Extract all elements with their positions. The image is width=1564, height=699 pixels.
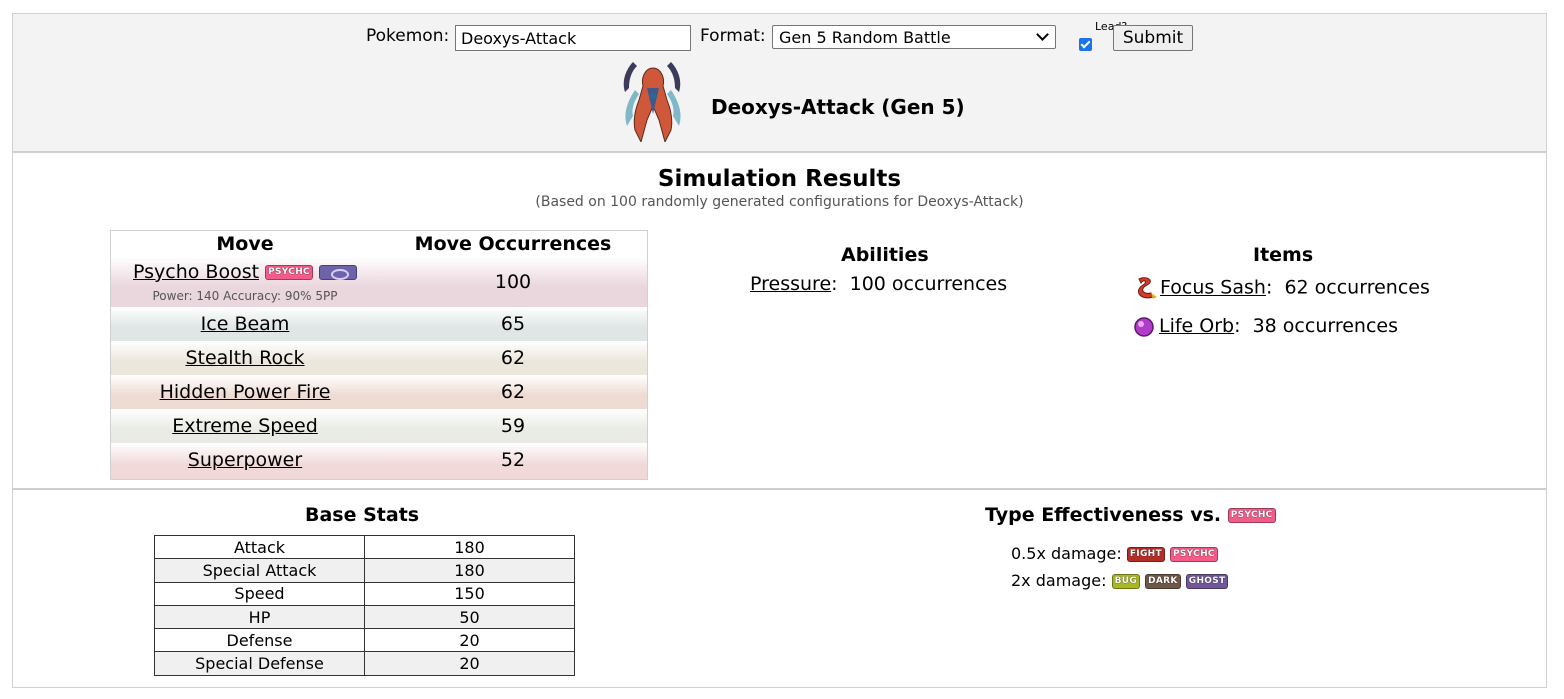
format-select[interactable]: Gen 5 Random Battle — [772, 25, 1056, 49]
move-row: Superpower 52 — [111, 443, 647, 479]
move-count: 65 — [500, 313, 526, 335]
move-row: Ice Beam 65 — [111, 307, 647, 341]
move-row: Psycho Boost PSYCHC Power: 140 Accuracy:… — [111, 257, 647, 307]
stat-value: 180 — [364, 534, 575, 560]
stat-name: HP — [154, 604, 365, 630]
type-badge-ghost: GHOST — [1185, 574, 1229, 589]
move-row: Extreme Speed 59 — [111, 409, 647, 443]
move-link[interactable]: Psycho Boost — [133, 261, 259, 283]
type-effectiveness-label: Type Effectiveness vs. — [985, 504, 1222, 526]
pokemon-sprite — [623, 62, 681, 142]
move-name-cell: Psycho Boost PSYCHC — [111, 261, 379, 283]
stat-row: Special Attack 180 — [154, 558, 575, 583]
move-count: 52 — [500, 449, 526, 471]
page-frame: Pokemon: Deoxys-Attack Format: Gen 5 Ran… — [12, 13, 1547, 688]
stat-row: Attack 180 — [154, 534, 575, 560]
stat-value: 180 — [364, 558, 575, 583]
items-title: Items — [1253, 244, 1314, 266]
stat-row: Special Defense 20 — [154, 651, 575, 676]
stat-name: Attack — [154, 534, 365, 560]
base-stats-table: Attack 180 Special Attack 180 Speed 150 HP 5… — [154, 534, 575, 676]
item-row: Focus Sash: 62 occurrences — [1133, 275, 1430, 301]
stat-name: Speed — [154, 581, 365, 606]
search-form: Pokemon: Deoxys-Attack Format: Gen 5 Ran… — [13, 14, 1546, 153]
double-damage-label: 2x damage: — [1011, 571, 1107, 590]
move-count: 62 — [500, 381, 526, 403]
move-link[interactable]: Stealth Rock — [111, 347, 379, 369]
stat-row: Defense 20 — [154, 628, 575, 653]
type-badge-psychic: PSYCHC — [1227, 508, 1276, 523]
moves-header-move: Move — [216, 233, 274, 255]
type-badge-psychic: PSYCHC — [1170, 547, 1218, 562]
abilities-title: Abilities — [841, 244, 929, 266]
stat-value: 20 — [364, 651, 575, 676]
move-detail: Power: 140 Accuracy: 90% 5PP — [152, 289, 338, 303]
stat-row: Speed 150 — [154, 581, 575, 606]
special-icon — [318, 265, 357, 280]
double-damage-row: 2x damage: BUG DARK GHOST — [1011, 571, 1229, 590]
moves-table: Move Move Occurrences Psycho Boost PSYCH… — [110, 230, 648, 480]
stat-name: Defense — [154, 628, 365, 653]
focus-sash-icon — [1138, 277, 1157, 299]
type-badge-fighting: FIGHT — [1126, 547, 1165, 562]
pokemon-label: Pokemon: — [366, 26, 450, 46]
move-count: 62 — [500, 347, 526, 369]
stat-name: Special Defense — [154, 651, 365, 676]
ability-link[interactable]: Pressure — [750, 273, 831, 295]
submit-button[interactable]: Submit — [1113, 25, 1193, 51]
item-occurrences: 62 occurrences — [1284, 276, 1430, 299]
item-row: Life Orb: 38 occurrences — [1133, 315, 1398, 338]
format-select-value: Gen 5 Random Battle — [779, 28, 951, 47]
stat-value: 150 — [364, 581, 575, 606]
move-link[interactable]: Extreme Speed — [111, 415, 379, 437]
moves-header-occurrences: Move Occurrences — [414, 233, 612, 255]
stats-section: Base Stats Attack 180 Special Attack 180 S… — [13, 492, 1546, 689]
simulation-subtitle: (Based on 100 randomly generated configu… — [535, 194, 1024, 210]
stat-row: HP 50 — [154, 604, 575, 630]
move-link[interactable]: Hidden Power Fire — [111, 381, 379, 403]
stat-value: 50 — [364, 604, 575, 630]
simulation-title: Simulation Results — [657, 166, 902, 192]
type-badge-dark: DARK — [1145, 574, 1181, 589]
move-count: 100 — [494, 271, 532, 293]
ability-row: Pressure: 100 occurrences — [750, 273, 1008, 295]
pokemon-input[interactable]: Deoxys-Attack — [455, 25, 691, 51]
item-link[interactable]: Focus Sash — [1160, 277, 1266, 299]
item-occurrences: 38 occurrences — [1252, 315, 1399, 337]
format-label: Format: — [700, 26, 766, 46]
type-effectiveness-title: Type Effectiveness vs. PSYCHC — [985, 504, 1276, 526]
base-stats-title: Base Stats — [305, 504, 420, 526]
stat-value: 20 — [364, 628, 575, 653]
move-count: 59 — [500, 415, 526, 437]
item-link[interactable]: Life Orb — [1159, 315, 1234, 337]
ability-occurrences: 100 occurrences — [849, 273, 1008, 295]
move-row: Stealth Rock 62 — [111, 341, 647, 375]
type-badge-bug: BUG — [1111, 574, 1141, 589]
pokemon-title: Deoxys-Attack (Gen 5) — [711, 95, 965, 119]
stat-name: Special Attack — [154, 558, 365, 583]
lead-checkbox[interactable] — [1079, 38, 1092, 51]
move-link[interactable]: Superpower — [111, 449, 379, 471]
simulation-results: Simulation Results (Based on 100 randoml… — [13, 155, 1546, 490]
move-link[interactable]: Ice Beam — [111, 313, 379, 335]
life-orb-icon — [1134, 316, 1154, 337]
chevron-down-icon — [1036, 28, 1049, 41]
move-row: Hidden Power Fire 62 — [111, 375, 647, 409]
type-badge-psychic: PSYCHC — [265, 265, 313, 280]
half-damage-label: 0.5x damage: — [1011, 544, 1122, 563]
half-damage-row: 0.5x damage: FIGHT PSYCHC — [1011, 544, 1218, 563]
